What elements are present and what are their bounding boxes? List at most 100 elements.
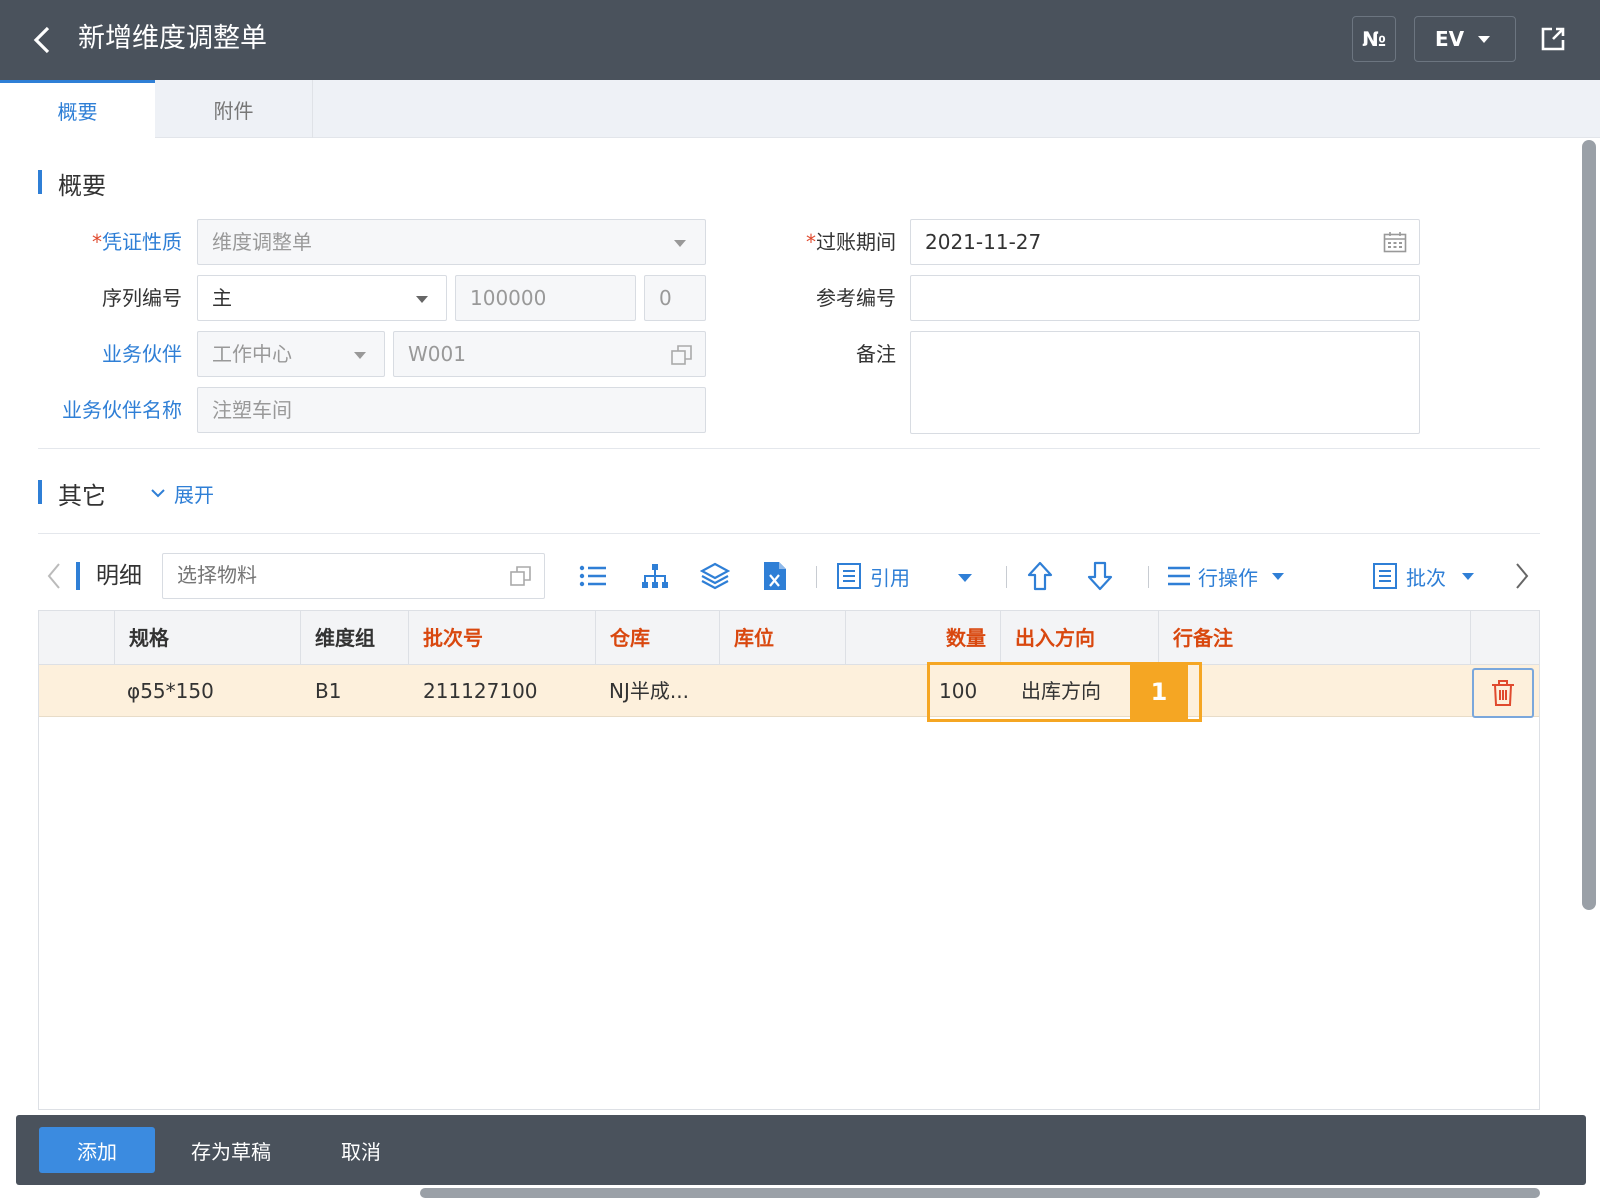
remark-textarea[interactable] [910,331,1420,434]
quote-dropdown-caret-icon[interactable] [958,574,972,582]
chevron-left-icon[interactable] [46,562,62,590]
move-down-icon[interactable] [1086,560,1114,592]
copy-icon[interactable] [509,564,533,588]
partner-name-field: 注塑车间 [197,387,706,433]
detail-title: 明细 [96,563,142,589]
cell-batch-no[interactable]: 211127100 [423,665,538,717]
partner-label[interactable]: 业务伙伴 [40,332,182,376]
detail-grid: 规格 维度组 批次号 仓库 库位 数量 出入方向 行备注 φ55*150 B1 … [38,610,1540,1110]
remark-label: 备注 [856,342,896,366]
voucher-type-select[interactable]: 维度调整单 [197,219,706,265]
voucher-type-label-text: 凭证性质 [102,230,182,254]
section-divider [38,533,1540,534]
section-divider [38,448,1540,449]
grid-header-location[interactable]: 库位 [720,611,846,665]
layers-icon[interactable] [700,560,730,592]
share-icon[interactable] [1538,24,1568,54]
caret-down-icon [1272,572,1284,580]
footer-action-bar: 添加 存为草稿 取消 [16,1115,1586,1185]
material-search-input[interactable] [177,554,497,596]
toolbar-separator [816,566,817,588]
tab-bar: 概要 附件 [0,80,1600,138]
partner-name-label: 业务伙伴名称 [62,398,182,422]
toolbar-separator [1148,566,1149,588]
menu-icon [1168,566,1190,586]
toolbar-separator [1006,566,1007,588]
tab-summary[interactable]: 概要 [0,80,155,138]
caret-down-icon [354,352,366,359]
caret-down-icon [416,296,428,303]
cell-dimension-group[interactable]: B1 [315,665,341,717]
document-icon [1373,563,1397,589]
detail-title-bar [76,562,80,590]
grid-header-spec[interactable]: 规格 [115,611,301,665]
detail-toolbar: 明细 引用 行操 [38,548,1540,604]
partner-code-field[interactable]: W001 [393,331,706,377]
add-button[interactable]: 添加 [39,1127,155,1173]
series-value: 主 [212,286,232,310]
grid-header-quantity[interactable]: 数量 [846,611,1001,665]
series-suffix-field: 0 [644,275,706,321]
delete-row-button[interactable] [1472,668,1534,718]
batch-button[interactable]: 批次 [1372,560,1474,592]
voucher-type-label: *凭证性质 [40,220,182,264]
required-mark: * [92,230,102,254]
list-icon[interactable] [578,560,608,592]
grid-header-dimension-group[interactable]: 维度组 [301,611,409,665]
series-label: 序列编号 [102,286,182,310]
excel-icon[interactable] [762,560,788,592]
top-bar: 新增维度调整单 № EV [0,0,1600,80]
document-icon [837,563,861,589]
expand-toggle[interactable]: 展开 [150,478,214,508]
batch-label: 批次 [1406,565,1446,590]
required-mark: * [806,230,816,254]
series-select[interactable]: 主 [197,275,447,321]
grid-header-row-remark[interactable]: 行备注 [1159,611,1471,665]
reference-input[interactable] [910,275,1420,321]
grid-header-direction[interactable]: 出入方向 [1001,611,1159,665]
ev-label: EV [1435,27,1465,51]
series-number-field: 100000 [455,275,636,321]
cell-warehouse[interactable]: NJ半成... [609,665,689,717]
caret-down-icon [1478,35,1491,43]
grid-header: 规格 维度组 批次号 仓库 库位 数量 出入方向 行备注 [39,611,1539,665]
back-arrow-icon[interactable] [26,22,62,58]
horizontal-scrollbar[interactable] [420,1188,1540,1198]
cell-spec[interactable]: φ55*150 [127,665,214,717]
reference-label: 参考编号 [816,286,896,310]
page-title: 新增维度调整单 [78,23,267,54]
partner-type-select[interactable]: 工作中心 [197,331,385,377]
vertical-scrollbar[interactable] [1582,140,1596,910]
other-section-title: 其它 [38,476,106,511]
chevron-down-icon [151,489,165,498]
copy-icon[interactable] [670,343,694,367]
expand-label: 展开 [174,482,214,507]
grid-header-warehouse[interactable]: 仓库 [596,611,720,665]
ev-dropdown-button[interactable]: EV [1414,16,1516,62]
trash-icon [1492,680,1514,706]
material-search-field[interactable] [162,553,545,599]
partner-type-value: 工作中心 [212,342,292,366]
row-operations-label: 行操作 [1198,565,1258,590]
grid-header-index [39,611,115,665]
quote-label: 引用 [870,565,910,590]
chevron-right-icon[interactable] [1514,562,1530,590]
caret-down-icon [1462,572,1474,580]
summary-section-title: 概要 [38,166,106,201]
tab-attachments[interactable]: 附件 [155,80,313,138]
number-button[interactable]: № [1352,16,1396,62]
posting-period-value: 2021-11-27 [925,230,1042,254]
partner-code-value: W001 [408,342,466,366]
move-up-icon[interactable] [1026,560,1054,592]
callout-badge: 1 [1130,662,1188,722]
grid-header-batch-no[interactable]: 批次号 [409,611,596,665]
table-row[interactable]: φ55*150 B1 211127100 NJ半成... 100 出库方向 [39,665,1539,717]
cancel-button[interactable]: 取消 [306,1127,416,1173]
posting-period-date-input[interactable]: 2021-11-27 [910,219,1420,265]
calendar-icon[interactable] [1383,231,1407,253]
quote-button[interactable]: 引用 [836,560,910,592]
hierarchy-icon[interactable] [640,560,670,592]
voucher-type-value: 维度调整单 [212,230,312,254]
save-draft-button[interactable]: 存为草稿 [176,1127,286,1173]
row-operations-button[interactable]: 行操作 [1166,560,1284,592]
